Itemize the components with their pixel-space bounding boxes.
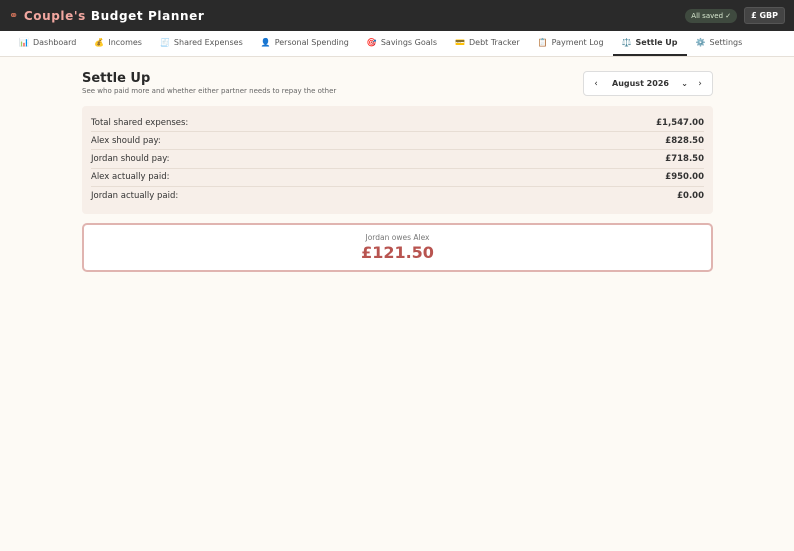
tab-label: Shared Expenses	[173, 38, 243, 47]
tab-label: Settle Up	[635, 38, 678, 47]
clipboard-icon: 📋	[537, 38, 548, 47]
tab-label: Incomes	[108, 38, 142, 47]
money-bag-icon: 💰	[94, 38, 105, 47]
summary-value: £950.00	[665, 172, 704, 183]
main-tabs: 📊 Dashboard 💰 Incomes 🧾 Shared Expenses …	[0, 31, 794, 57]
page-subtitle: See who paid more and whether either par…	[82, 87, 337, 95]
tab-label: Personal Spending	[274, 38, 349, 47]
settlement-direction: Jordan owes Alex	[365, 233, 430, 242]
month-select-value: August 2026	[612, 79, 669, 88]
gear-icon: ⚙️	[695, 38, 706, 47]
summary-row: Jordan actually paid: £0.00	[91, 187, 704, 205]
summary-value: £1,547.00	[656, 117, 704, 128]
credit-card-icon: 💳	[455, 38, 465, 47]
settlement-amount: £121.50	[361, 243, 434, 262]
tab-label: Payment Log	[551, 38, 604, 47]
month-select[interactable]: August 2026 ⌄	[602, 79, 694, 88]
receipt-icon: 🧾	[159, 38, 170, 47]
summary-label: Jordan actually paid:	[91, 190, 179, 201]
summary-value: £718.50	[665, 153, 704, 164]
summary-value: £0.00	[677, 190, 704, 201]
tab-dashboard[interactable]: 📊 Dashboard	[10, 31, 85, 56]
prev-month-button[interactable]: ‹	[590, 79, 602, 89]
tab-settle-up[interactable]: ⚖️ Settle Up	[612, 31, 687, 56]
chart-icon: 📊	[19, 38, 29, 47]
app-title-part2: Budget Planner	[90, 8, 205, 23]
summary-row: Alex should pay: £828.50	[91, 132, 704, 151]
app-title: ⚭ Couple's Budget Planner	[9, 9, 204, 23]
save-status-badge: All saved ✓	[685, 8, 738, 23]
month-navigator: ‹ August 2026 ⌄ ›	[583, 71, 713, 96]
tab-label: Savings Goals	[380, 38, 438, 47]
tab-label: Dashboard	[32, 38, 77, 47]
app-header: ⚭ Couple's Budget Planner All saved ✓ £ …	[0, 0, 794, 31]
summary-label: Jordan should pay:	[91, 153, 170, 164]
tab-label: Debt Tracker	[469, 38, 520, 47]
settlement-result: Jordan owes Alex £121.50	[82, 223, 713, 272]
person-icon: 👤	[260, 38, 271, 47]
tab-personal-spending[interactable]: 👤 Personal Spending	[252, 31, 358, 56]
next-month-button[interactable]: ›	[694, 79, 706, 89]
tab-shared-expenses[interactable]: 🧾 Shared Expenses	[151, 31, 252, 56]
couple-logo-icon: ⚭	[9, 9, 19, 22]
tab-settings[interactable]: ⚙️ Settings	[687, 31, 752, 56]
tab-debt-tracker[interactable]: 💳 Debt Tracker	[446, 31, 529, 56]
tab-payment-log[interactable]: 📋 Payment Log	[529, 31, 613, 56]
currency-button[interactable]: £ GBP	[744, 7, 785, 24]
summary-row: Alex actually paid: £950.00	[91, 169, 704, 187]
app-title-part1: Couple's	[23, 8, 86, 23]
summary-value: £828.50	[665, 135, 704, 146]
page-title: Settle Up	[82, 71, 151, 86]
tab-label: Settings	[709, 38, 743, 47]
summary-row: Total shared expenses: £1,547.00	[91, 114, 704, 133]
settlement-summary: Total shared expenses: £1,547.00 Alex sh…	[82, 106, 713, 214]
scales-icon: ⚖️	[621, 38, 632, 47]
summary-label: Alex should pay:	[91, 135, 161, 146]
tab-savings-goals[interactable]: 🎯 Savings Goals	[358, 31, 446, 56]
chevron-down-icon: ⌄	[681, 79, 688, 88]
summary-row: Jordan should pay: £718.50	[91, 150, 704, 169]
summary-label: Total shared expenses:	[91, 117, 189, 128]
tab-incomes[interactable]: 💰 Incomes	[85, 31, 151, 56]
summary-label: Alex actually paid:	[91, 172, 170, 183]
target-icon: 🎯	[366, 38, 377, 47]
